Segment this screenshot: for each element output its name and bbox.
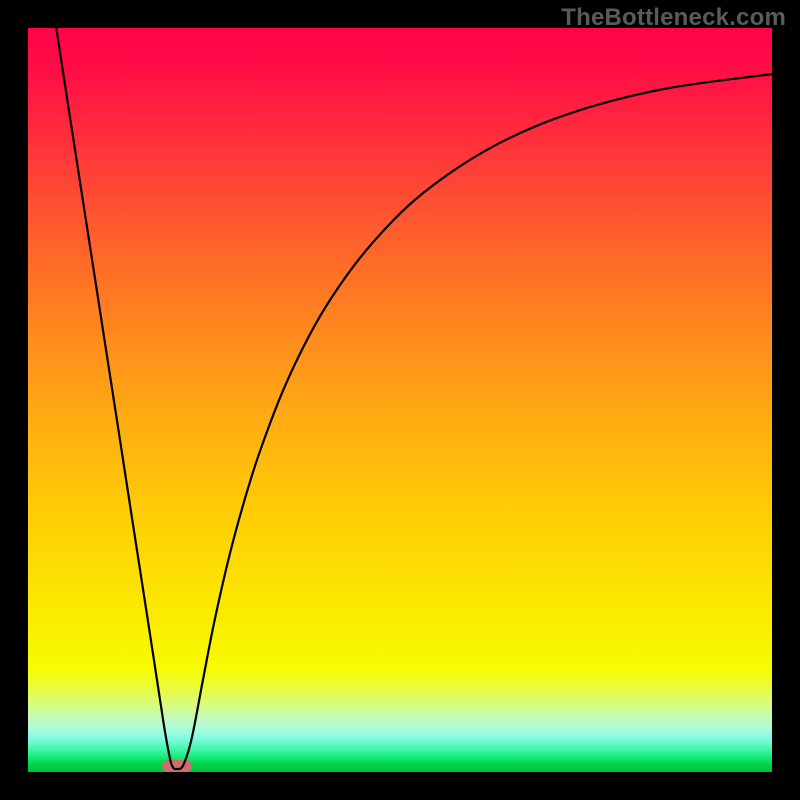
plot-area [28, 28, 772, 772]
chart-frame: TheBottleneck.com [0, 0, 800, 800]
watermark-text: TheBottleneck.com [561, 4, 786, 32]
bottleneck-curve [28, 28, 772, 772]
